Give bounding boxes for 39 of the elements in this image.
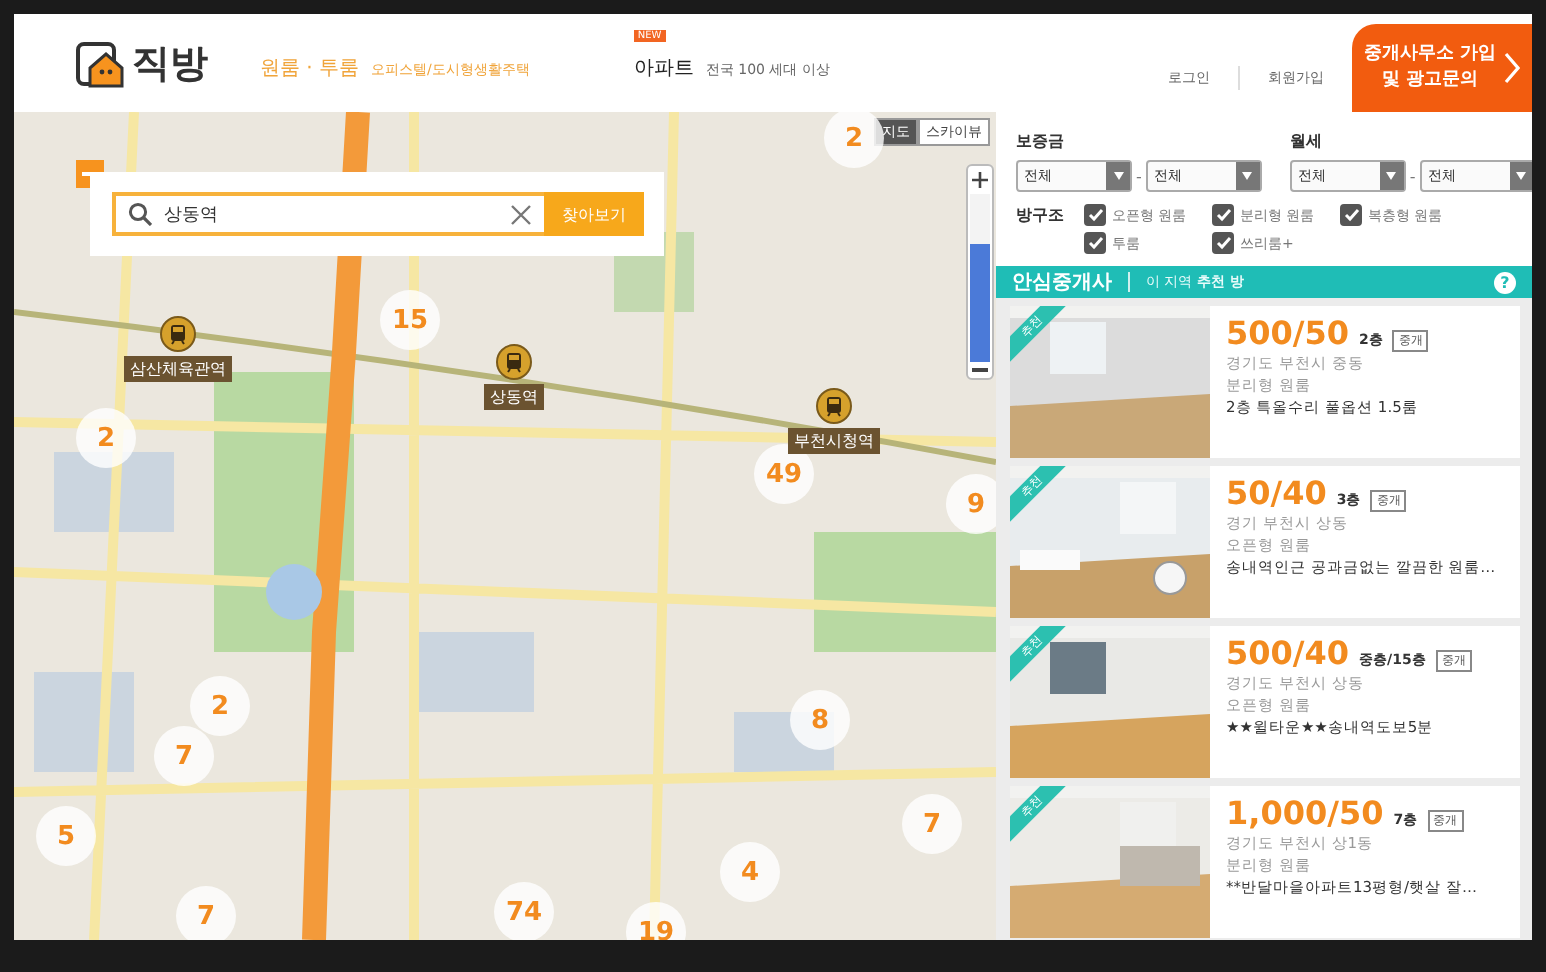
price: 50/40 xyxy=(1226,474,1327,512)
range-separator: - xyxy=(1136,167,1142,185)
advertise-button[interactable]: 중개사무소 가입 및 광고문의 xyxy=(1352,24,1532,112)
train-icon[interactable] xyxy=(816,388,852,424)
caret-icon xyxy=(1113,172,1123,180)
station-label: 상동역 xyxy=(484,384,544,410)
logo-text[interactable]: 직방 xyxy=(132,37,208,89)
nav-link[interactable]: 원룸 · 투룸 xyxy=(260,53,360,81)
zoom-in-icon[interactable] xyxy=(972,172,988,188)
search-icon xyxy=(128,202,152,226)
zoom-slider[interactable] xyxy=(970,194,990,362)
train-icon[interactable] xyxy=(160,316,196,352)
help-button[interactable]: ? xyxy=(1494,271,1516,293)
search-button[interactable]: 찾아보기 xyxy=(544,192,644,236)
checkbox[interactable] xyxy=(1084,204,1106,226)
checkbox[interactable] xyxy=(1084,232,1106,254)
station-label: 삼산체육관역 xyxy=(124,356,232,382)
search-field[interactable]: 상동역 xyxy=(112,192,544,236)
checkmark-icon xyxy=(1343,208,1359,222)
station-label: 부천시청역 xyxy=(788,428,880,454)
price: 500/40 xyxy=(1226,634,1350,672)
train-icon[interactable] xyxy=(496,344,532,380)
price: 500/50 xyxy=(1226,314,1350,352)
price: 1,000/50 xyxy=(1226,794,1384,832)
chevron-right-icon xyxy=(1504,52,1521,84)
recommend-title: 안심중개사 xyxy=(1012,270,1112,296)
caret-icon xyxy=(1516,172,1527,180)
checkbox[interactable] xyxy=(1212,204,1234,226)
range-separator: - xyxy=(1409,167,1416,185)
caret-icon xyxy=(1386,172,1397,180)
filter-label: 방구조 xyxy=(1016,204,1064,228)
close-icon[interactable] xyxy=(510,203,532,225)
house-logo-icon xyxy=(76,39,124,87)
checkbox[interactable] xyxy=(1212,232,1234,254)
nav-link[interactable]: 아파트 xyxy=(633,53,694,81)
filter-label: 월세 xyxy=(1289,130,1324,152)
checkbox[interactable] xyxy=(1340,204,1362,226)
filter-label: 보증금 xyxy=(1016,130,1066,152)
caret-icon xyxy=(1242,172,1253,180)
